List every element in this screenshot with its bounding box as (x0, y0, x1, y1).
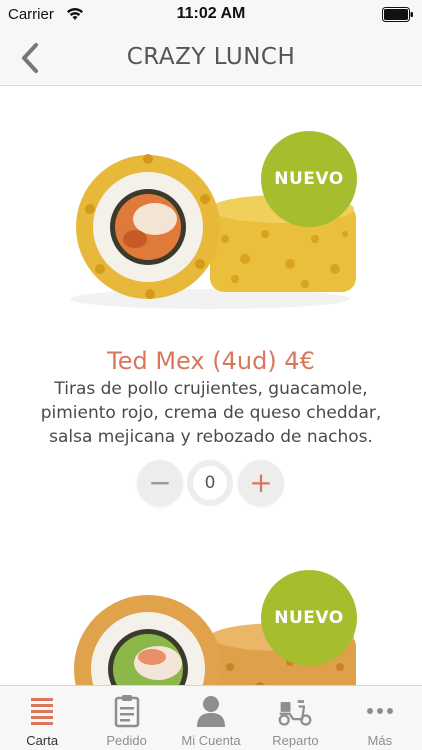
product-card: NUEVO Ted Mex (4ud) 4€ Tiras de pollo cr… (0, 87, 422, 507)
tab-label: Reparto (272, 733, 319, 748)
status-bar: Carrier 11:02 AM (0, 0, 422, 30)
more-icon (366, 708, 393, 714)
quantity-text: 0 (193, 466, 227, 500)
new-badge: NUEVO (261, 131, 357, 227)
increase-button[interactable]: + (238, 460, 284, 506)
tab-mas[interactable]: Más (338, 686, 422, 750)
new-badge: NUEVO (261, 570, 357, 666)
product-list[interactable]: NUEVO Ted Mex (4ud) 4€ Tiras de pollo cr… (0, 87, 422, 685)
quantity-value: 0 (187, 460, 233, 506)
navigation-bar: CRAZY LUNCH (0, 30, 422, 86)
quantity-stepper: − 0 + (0, 460, 422, 506)
tab-carta[interactable]: Carta (0, 686, 84, 750)
menu-list-icon (31, 698, 54, 725)
tab-mi-cuenta[interactable]: Mi Cuenta (169, 686, 253, 750)
product-card: NUEVO (0, 557, 422, 685)
scooter-icon (278, 700, 312, 726)
tab-label: Pedido (106, 733, 147, 748)
user-icon (197, 696, 226, 727)
tab-reparto[interactable]: Reparto (253, 686, 337, 750)
tab-label: Carta (26, 733, 59, 748)
product-description: Tiras de pollo crujientes, guacamole, pi… (40, 379, 382, 447)
tab-bar: Carta Pedido Mi Cuenta Reparto Más (0, 685, 422, 750)
tab-label: Más (367, 733, 393, 748)
product-name: Ted Mex (4ud) 4€ (107, 347, 315, 375)
clipboard-icon (114, 695, 139, 728)
tab-pedido[interactable]: Pedido (84, 686, 168, 750)
page-title: CRAZY LUNCH (126, 44, 296, 70)
battery-icon (382, 7, 413, 22)
clock: 11:02 AM (176, 5, 246, 22)
decrease-button[interactable]: − (137, 460, 183, 506)
tab-label: Mi Cuenta (181, 733, 241, 748)
